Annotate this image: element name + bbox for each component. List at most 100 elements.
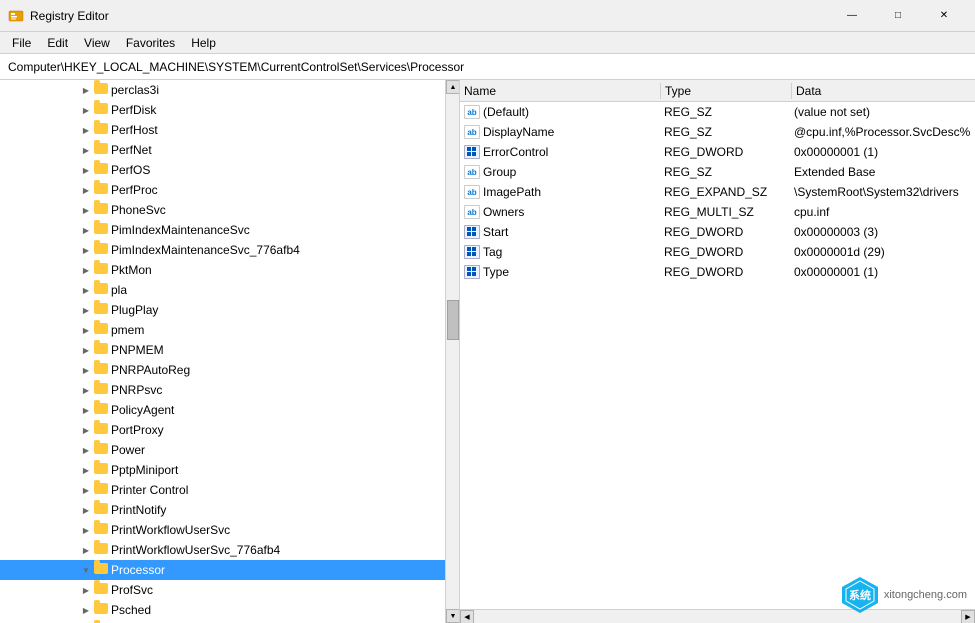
- menu-item-edit[interactable]: Edit: [39, 34, 76, 52]
- tree-item-label: PerfDisk: [111, 103, 156, 117]
- cell-name: ErrorControl: [460, 145, 660, 159]
- cell-data: cpu.inf: [790, 205, 975, 219]
- table-row[interactable]: TypeREG_DWORD0x00000001 (1): [460, 262, 975, 282]
- tree-item[interactable]: ▶perclas3i: [0, 80, 445, 100]
- tree-item[interactable]: ▶ PNRPsvc: [0, 380, 445, 400]
- minimize-button[interactable]: —: [829, 0, 875, 32]
- tree-arrow-icon[interactable]: ▶: [80, 184, 92, 196]
- tree-arrow-icon[interactable]: ▶: [80, 264, 92, 276]
- tree-item[interactable]: ▶ PortProxy: [0, 420, 445, 440]
- tree-arrow-icon[interactable]: ▶: [80, 424, 92, 436]
- tree-arrow-icon[interactable]: ▶: [80, 304, 92, 316]
- tree-item[interactable]: ▶pla: [0, 280, 445, 300]
- cell-name-text: ErrorControl: [483, 145, 548, 159]
- table-row[interactable]: TagREG_DWORD0x0000001d (29): [460, 242, 975, 262]
- address-path: Computer\HKEY_LOCAL_MACHINE\SYSTEM\Curre…: [4, 58, 971, 76]
- tree-item[interactable]: ▶PerfProc: [0, 180, 445, 200]
- tree-arrow-icon[interactable]: ▶: [80, 484, 92, 496]
- tree-item[interactable]: ▶PNPMEM: [0, 340, 445, 360]
- folder-icon: [94, 223, 108, 237]
- tree-item[interactable]: ▶ PhoneSvc: [0, 200, 445, 220]
- tree-item[interactable]: ▶Power: [0, 440, 445, 460]
- tree-arrow-icon[interactable]: ▶: [80, 364, 92, 376]
- menu-item-file[interactable]: File: [4, 34, 39, 52]
- cell-name: Type: [460, 265, 660, 279]
- tree-arrow-icon[interactable]: ▶: [80, 404, 92, 416]
- close-button[interactable]: ✕: [921, 0, 967, 32]
- table-row[interactable]: ErrorControlREG_DWORD0x00000001 (1): [460, 142, 975, 162]
- tree-item[interactable]: ▶PrintNotify: [0, 500, 445, 520]
- tree-item[interactable]: ▶PerfHost: [0, 120, 445, 140]
- tree-arrow-icon[interactable]: ▶: [80, 324, 92, 336]
- tree-item[interactable]: ▶PNRPAutoReg: [0, 360, 445, 380]
- tree-item[interactable]: ▶PimIndexMaintenanceSvc_776afb4: [0, 240, 445, 260]
- tree-arrow-icon[interactable]: ▶: [80, 524, 92, 536]
- tree-arrow-icon[interactable]: ▶: [80, 544, 92, 556]
- tree-arrow-icon[interactable]: ▶: [80, 224, 92, 236]
- hscroll-left-button[interactable]: ◀: [460, 610, 474, 623]
- tree-item[interactable]: ▶pmem: [0, 320, 445, 340]
- maximize-button[interactable]: □: [875, 0, 921, 32]
- cell-data: 0x00000001 (1): [790, 145, 975, 159]
- tree-item[interactable]: ▶ProfSvc: [0, 580, 445, 600]
- tree-item[interactable]: ▶PptpMiniport: [0, 460, 445, 480]
- tree-item[interactable]: ▶PrintWorkflowUserSvc: [0, 520, 445, 540]
- tree-item-label: PortProxy: [111, 423, 164, 437]
- reg-ab-icon: ab: [464, 105, 480, 119]
- tree-content[interactable]: ▶perclas3i▶PerfDisk▶PerfHost▶PerfNet▶Per…: [0, 80, 445, 623]
- scroll-thumb[interactable]: [447, 300, 459, 340]
- tree-item-label: PhoneSvc: [111, 203, 166, 217]
- tree-item[interactable]: ▶PrintWorkflowUserSvc_776afb4: [0, 540, 445, 560]
- folder-icon: [94, 463, 108, 477]
- cell-type: REG_MULTI_SZ: [660, 205, 790, 219]
- scroll-track[interactable]: [446, 94, 459, 609]
- titlebar-title: Registry Editor: [30, 9, 109, 23]
- tree-arrow-icon[interactable]: ▶: [80, 444, 92, 456]
- scroll-up-button[interactable]: ▲: [446, 80, 460, 94]
- tree-item-label: PNRPsvc: [111, 383, 162, 397]
- table-row[interactable]: abDisplayNameREG_SZ@cpu.inf,%Processor.S…: [460, 122, 975, 142]
- table-row[interactable]: abImagePathREG_EXPAND_SZ\SystemRoot\Syst…: [460, 182, 975, 202]
- tree-item[interactable]: ▶ PolicyAgent: [0, 400, 445, 420]
- table-row[interactable]: abOwnersREG_MULTI_SZcpu.inf: [460, 202, 975, 222]
- cell-data: (value not set): [790, 105, 975, 119]
- tree-arrow-icon[interactable]: ▶: [80, 204, 92, 216]
- scroll-down-button[interactable]: ▼: [446, 609, 460, 623]
- tree-scrollbar[interactable]: ▲ ▼: [445, 80, 459, 623]
- cell-name: ab(Default): [460, 105, 660, 119]
- tree-arrow-icon[interactable]: ▶: [80, 464, 92, 476]
- tree-arrow-icon[interactable]: ▶: [80, 244, 92, 256]
- tree-item[interactable]: ▶ PerfDisk: [0, 100, 445, 120]
- tree-item[interactable]: ▶PktMon: [0, 260, 445, 280]
- reg-dword-icon: [464, 145, 480, 159]
- tree-arrow-icon[interactable]: ▶: [80, 504, 92, 516]
- table-row[interactable]: abGroupREG_SZExtended Base: [460, 162, 975, 182]
- tree-item[interactable]: ▶PlugPlay: [0, 300, 445, 320]
- reg-dword-icon: [464, 225, 480, 239]
- tree-item[interactable]: ▶PerfNet: [0, 140, 445, 160]
- table-row[interactable]: StartREG_DWORD0x00000003 (3): [460, 222, 975, 242]
- tree-item[interactable]: ▶Printer Control: [0, 480, 445, 500]
- table-row[interactable]: ab(Default)REG_SZ(value not set): [460, 102, 975, 122]
- menu-item-favorites[interactable]: Favorites: [118, 34, 183, 52]
- menu-item-view[interactable]: View: [76, 34, 118, 52]
- tree-arrow-icon[interactable]: ▶: [80, 604, 92, 616]
- tree-arrow-icon[interactable]: ▶: [80, 104, 92, 116]
- tree-item-label: PolicyAgent: [111, 403, 174, 417]
- tree-arrow-icon[interactable]: ▶: [80, 124, 92, 136]
- tree-item[interactable]: ▶Psched: [0, 600, 445, 620]
- tree-arrow-icon[interactable]: ▼: [80, 564, 92, 576]
- tree-arrow-icon[interactable]: ▶: [80, 144, 92, 156]
- tree-arrow-icon[interactable]: ▶: [80, 84, 92, 96]
- tree-arrow-icon[interactable]: ▶: [80, 384, 92, 396]
- tree-item[interactable]: ▼Processor: [0, 560, 445, 580]
- tree-arrow-icon[interactable]: ▶: [80, 164, 92, 176]
- tree-arrow-icon[interactable]: ▶: [80, 284, 92, 296]
- cell-type: REG_EXPAND_SZ: [660, 185, 790, 199]
- tree-item[interactable]: ▶PerfOS: [0, 160, 445, 180]
- tree-arrow-icon[interactable]: ▶: [80, 584, 92, 596]
- tree-item[interactable]: ▶PimIndexMaintenanceSvc: [0, 220, 445, 240]
- menu-item-help[interactable]: Help: [183, 34, 224, 52]
- folder-icon: [94, 203, 108, 217]
- tree-arrow-icon[interactable]: ▶: [80, 344, 92, 356]
